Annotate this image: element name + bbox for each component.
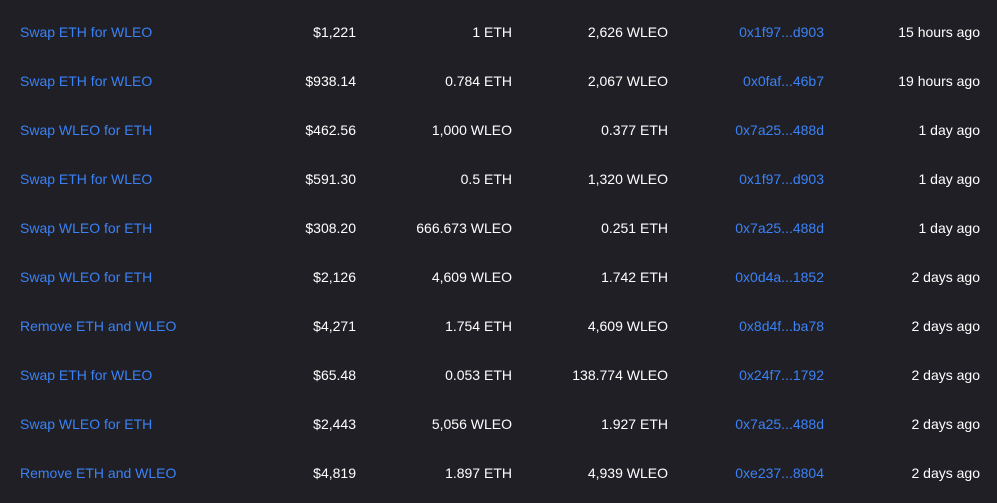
table-row: Swap WLEO for ETH $2,126 4,609 WLEO 1.74… bbox=[0, 253, 997, 302]
table-row: Remove ETH and WLEO $4,271 1.754 ETH 4,6… bbox=[0, 302, 997, 351]
transaction-type-link[interactable]: Swap WLEO for ETH bbox=[20, 106, 220, 155]
transaction-type-link[interactable]: Swap ETH for WLEO bbox=[20, 155, 220, 204]
account-link[interactable]: 0x1f97...d903 bbox=[680, 155, 824, 204]
token-amount-0: 1 ETH bbox=[472, 24, 512, 40]
transaction-type-link[interactable]: Swap ETH for WLEO bbox=[20, 57, 220, 106]
table-row: Swap ETH for WLEO $1,221 1 ETH 2,626 WLE… bbox=[0, 8, 997, 57]
table-row: Swap WLEO for ETH $308.20 666.673 WLEO 0… bbox=[0, 204, 997, 253]
time-ago: 15 hours ago bbox=[898, 24, 980, 40]
account-link[interactable]: 0x7a25...488d bbox=[680, 106, 824, 155]
total-value: $308.20 bbox=[305, 220, 356, 236]
table-row: Swap WLEO for ETH $2,443 5,056 WLEO 1.92… bbox=[0, 400, 997, 449]
account-link[interactable]: 0x8d4f...ba78 bbox=[680, 302, 824, 351]
time-ago: 2 days ago bbox=[911, 367, 981, 383]
transaction-type-link[interactable]: Swap WLEO for ETH bbox=[20, 204, 220, 253]
total-value: $462.56 bbox=[305, 122, 356, 138]
transaction-type-link[interactable]: Swap ETH for WLEO bbox=[20, 351, 220, 400]
table-row: Remove ETH and WLEO $4,819 1.897 ETH 4,9… bbox=[0, 449, 997, 498]
token-amount-1: 0.251 ETH bbox=[601, 220, 668, 236]
total-value: $65.48 bbox=[313, 367, 356, 383]
token-amount-0: 1.897 ETH bbox=[445, 465, 512, 481]
token-amount-0: 0.053 ETH bbox=[445, 367, 512, 383]
table-row: Swap WLEO for ETH $462.56 1,000 WLEO 0.3… bbox=[0, 106, 997, 155]
token-amount-0: 1,000 WLEO bbox=[431, 122, 512, 138]
token-amount-1: 0.377 ETH bbox=[601, 122, 668, 138]
token-amount-0: 0.784 ETH bbox=[445, 73, 512, 89]
token-amount-0: 666.673 WLEO bbox=[416, 220, 512, 236]
account-link[interactable]: 0x24f7...1792 bbox=[680, 351, 824, 400]
total-value: $591.30 bbox=[305, 171, 356, 187]
account-link[interactable]: 0x1f97...d903 bbox=[680, 8, 824, 57]
time-ago: 1 day ago bbox=[918, 220, 981, 236]
total-value: $4,271 bbox=[313, 318, 356, 334]
table-row: Swap ETH for WLEO $591.30 0.5 ETH 1,320 … bbox=[0, 155, 997, 204]
transaction-type-link[interactable]: Swap WLEO for ETH bbox=[20, 253, 220, 302]
token-amount-1: 1.742 ETH bbox=[601, 269, 668, 285]
time-ago: 19 hours ago bbox=[898, 73, 980, 89]
token-amount-1: 1,320 WLEO bbox=[587, 171, 668, 187]
token-amount-1: 2,067 WLEO bbox=[587, 73, 668, 89]
time-ago: 1 day ago bbox=[918, 122, 981, 138]
account-link[interactable]: 0xe237...8804 bbox=[680, 449, 824, 498]
total-value: $1,221 bbox=[313, 24, 356, 40]
transaction-type-link[interactable]: Swap ETH for WLEO bbox=[20, 8, 220, 57]
token-amount-1: 138.774 WLEO bbox=[572, 367, 668, 383]
account-link[interactable]: 0x0d4a...1852 bbox=[680, 253, 824, 302]
total-value: $938.14 bbox=[305, 73, 356, 89]
total-value: $4,819 bbox=[313, 465, 356, 481]
total-value: $2,443 bbox=[313, 416, 356, 432]
token-amount-0: 1.754 ETH bbox=[445, 318, 512, 334]
token-amount-1: 1.927 ETH bbox=[601, 416, 668, 432]
table-row: Swap ETH for WLEO $938.14 0.784 ETH 2,06… bbox=[0, 57, 997, 106]
time-ago: 2 days ago bbox=[911, 465, 981, 481]
token-amount-0: 4,609 WLEO bbox=[431, 269, 512, 285]
time-ago: 2 days ago bbox=[911, 416, 981, 432]
transactions-table: Swap ETH for WLEO $1,221 1 ETH 2,626 WLE… bbox=[0, 0, 997, 503]
transaction-type-link[interactable]: Swap WLEO for ETH bbox=[20, 400, 220, 449]
transaction-type-link[interactable]: Remove ETH and WLEO bbox=[20, 449, 220, 498]
time-ago: 2 days ago bbox=[911, 318, 981, 334]
transaction-type-link[interactable]: Remove ETH and WLEO bbox=[20, 302, 220, 351]
table-row: Swap ETH for WLEO $65.48 0.053 ETH 138.7… bbox=[0, 351, 997, 400]
token-amount-1: 4,609 WLEO bbox=[587, 318, 668, 334]
token-amount-0: 0.5 ETH bbox=[460, 171, 512, 187]
token-amount-1: 2,626 WLEO bbox=[587, 24, 668, 40]
token-amount-0: 5,056 WLEO bbox=[431, 416, 512, 432]
token-amount-1: 4,939 WLEO bbox=[587, 465, 668, 481]
total-value: $2,126 bbox=[313, 269, 356, 285]
account-link[interactable]: 0x7a25...488d bbox=[680, 400, 824, 449]
account-link[interactable]: 0x7a25...488d bbox=[680, 204, 824, 253]
account-link[interactable]: 0x0faf...46b7 bbox=[680, 57, 824, 106]
time-ago: 2 days ago bbox=[911, 269, 981, 285]
time-ago: 1 day ago bbox=[918, 171, 981, 187]
